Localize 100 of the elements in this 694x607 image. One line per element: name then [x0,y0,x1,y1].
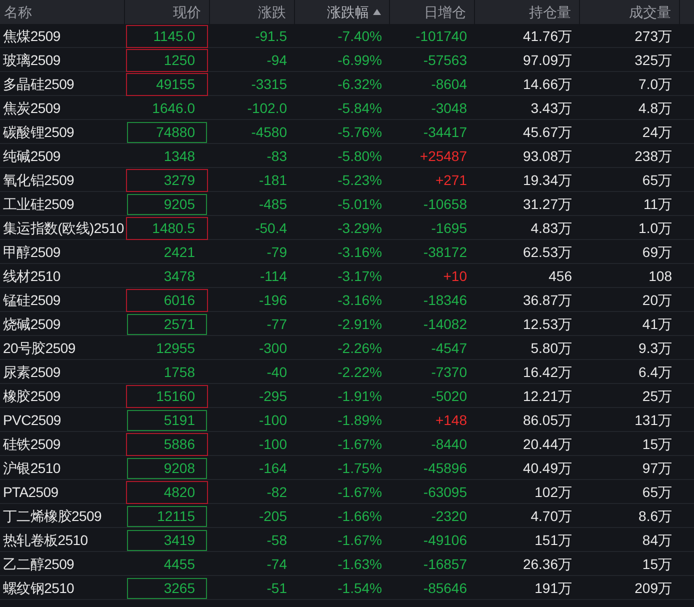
table-cell-text: 20万 [642,291,672,310]
table-cell-text: 集运指数(欧线)2510 [3,219,124,238]
table-cell-text: 工业硅2509 [3,195,74,214]
price-cell: 9208 [126,457,208,480]
price-cell: 5886 [126,433,208,456]
table-cell-text: 6.4万 [638,363,672,382]
table-cell-text: 线材2510 [3,267,60,286]
table-cell-text: -6.32% [338,75,382,94]
table-cell-text: 碳酸锂2509 [3,123,74,142]
table-cell-text: 沪银2510 [3,459,60,478]
table-cell-text: 209万 [634,579,672,598]
price-cell: 49155 [126,73,208,96]
table-cell-text: 25万 [642,387,672,406]
table-cell-text: +148 [435,411,467,430]
table-cell-text: -5.76% [338,123,382,142]
table-cell-text: 456 [548,267,572,286]
table-cell-text: 多晶硅2509 [3,75,74,94]
table-cell-text: 4.70万 [530,507,572,526]
table-cell-text: 16.42万 [522,363,572,382]
table-cell-text: -1.67% [338,531,382,550]
price-cell-text: 1348 [162,147,196,166]
column-header[interactable]: 名称 [4,2,32,22]
table-cell-text: 102万 [534,483,572,502]
table-cell-text: -1.67% [338,435,382,454]
table-cell-text: 7.0万 [638,75,672,94]
table-cell-text: -485 [258,195,287,214]
table-cell-text: 24万 [642,123,672,142]
table-cell-text: -2.22% [338,363,382,382]
table-cell-text: 氧化铝2509 [3,171,74,190]
table-cell-text: 36.87万 [522,291,572,310]
column-header[interactable]: 持仓量 [529,2,571,22]
price-cell: 12115 [126,505,208,528]
table-cell-text: 1.0万 [638,219,672,238]
table-cell-text: 5.80万 [530,339,572,358]
table-cell-text: +10 [443,267,467,286]
table-cell-text: -114 [260,267,287,286]
table-cell-text: 橡胶2509 [3,387,60,406]
table-cell-text: -5020 [431,387,467,406]
table-cell-text: -205 [258,507,287,526]
table-cell-text: 20.44万 [522,435,572,454]
table-cell-text: -196 [258,291,287,310]
table-cell-text: -3.17% [338,267,382,286]
price-cell: 3265 [126,577,208,600]
table-cell-text: 15万 [642,555,672,574]
table-cell-text: -16857 [423,555,467,574]
price-cell: 74880 [126,121,208,144]
table-cell-text: -5.23% [338,171,382,190]
table-cell-text: 69万 [642,243,672,262]
table-cell-text: 11万 [643,195,672,214]
table-cell-text: 纯碱2509 [3,147,60,166]
table-cell-text: -2320 [431,507,467,526]
table-cell-text: -18346 [423,291,467,310]
table-cell-text: -5.84% [338,99,382,118]
table-cell-text: -51 [266,579,287,598]
column-header[interactable]: 涨跌 [258,2,286,22]
price-cell-text: 3478 [162,267,196,286]
table-cell-text: 191万 [534,579,572,598]
price-cell: 3419 [126,529,208,552]
price-cell-text: 1646.0 [151,99,196,118]
price-cell: 5191 [126,409,208,432]
table-cell-text: 151万 [534,531,572,550]
table-cell-text: -1.89% [338,411,382,430]
table-cell-text: -77 [266,315,287,334]
table-cell-text: 19.34万 [522,171,572,190]
table-cell-text: -3315 [251,75,287,94]
column-header[interactable]: 成交量 [629,2,671,22]
table-cell-text: -74 [266,555,287,574]
table-cell-text: 273万 [634,27,672,46]
table-cell-text: 12.53万 [522,315,572,334]
table-cell-text: 20号胶2509 [3,339,76,358]
price-cell-text: 2421 [162,243,196,262]
table-cell-text: 65万 [642,483,672,502]
column-header[interactable]: 日增仓 [424,2,466,22]
table-cell-text: -79 [266,243,287,262]
table-cell-text: -181 [258,171,287,190]
table-cell-text: 41.76万 [522,27,572,46]
table-cell-text: +271 [435,171,467,190]
price-cell: 3279 [126,169,208,192]
table-cell-text: -1695 [431,219,467,238]
table-cell-text: -45896 [423,459,467,478]
table-cell-text: 乙二醇2509 [3,555,74,574]
table-cell-text: 8.6万 [638,507,672,526]
table-cell-text: 97万 [642,459,672,478]
table-cell-text: 97.09万 [522,51,572,70]
column-header[interactable]: 涨跌幅 [327,2,369,22]
table-cell-text: 93.08万 [522,147,572,166]
table-cell-text: -4580 [251,123,287,142]
table-cell-text: 焦煤2509 [3,27,60,46]
column-header[interactable]: 现价 [173,2,201,22]
table-cell-text: 烧碱2509 [3,315,60,334]
table-cell-text: -82 [266,483,287,502]
table-cell-text: -100 [258,435,287,454]
table-cell-text: PVC2509 [3,411,61,430]
table-cell-text: PTA2509 [3,483,58,502]
table-cell-text: -1.91% [338,387,382,406]
table-cell-text: -1.67% [338,483,382,502]
table-cell-text: -49106 [423,531,467,550]
table-cell-text: -2.26% [338,339,382,358]
table-cell-text: 尿素2509 [3,363,60,382]
table-cell-text: 螺纹钢2510 [3,579,74,598]
